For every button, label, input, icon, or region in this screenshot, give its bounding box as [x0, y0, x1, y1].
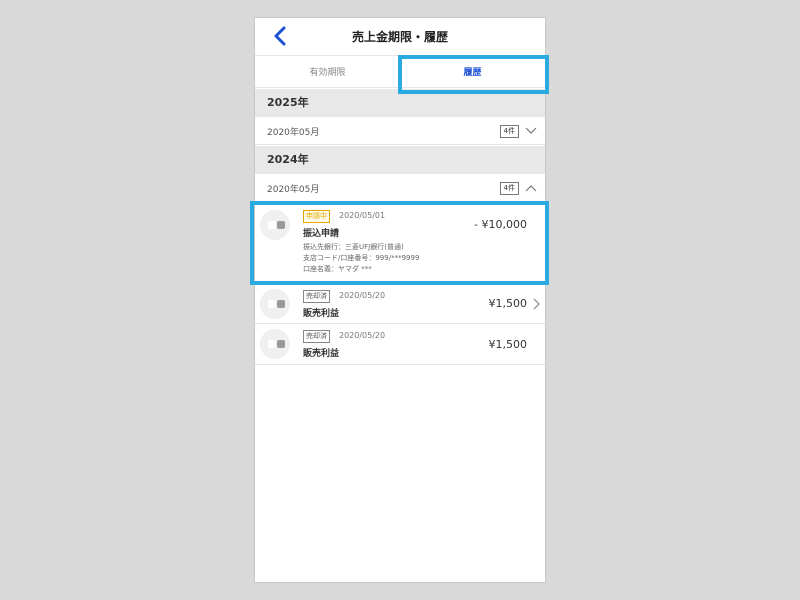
item-thumbnail: [260, 210, 290, 240]
status-badge: 売却済: [303, 290, 330, 303]
item-thumbnail: [260, 329, 290, 359]
account-detail: 支店コード/口座番号：999/***9999: [303, 254, 420, 262]
item-amount: - ¥10,000: [474, 218, 527, 231]
bank-detail: 振込先銀行：三菱UFJ銀行(普通): [303, 243, 404, 251]
item-date: 2020/05/20: [339, 331, 386, 340]
history-item-transfer[interactable]: 申請中 2020/05/01 振込申請 - ¥10,000 振込先銀行：三菱UF…: [255, 204, 545, 284]
item-title: 販売利益: [303, 349, 340, 359]
history-item-sale[interactable]: 売却済 2020/05/20 販売利益 ¥1,500: [255, 324, 545, 365]
tab-expiry[interactable]: 有効期限: [255, 58, 400, 87]
item-title: 販売利益: [303, 309, 340, 319]
month-row-2025[interactable]: 2020年05月 4件: [255, 117, 545, 145]
tab-bar: 有効期限 履歴: [255, 58, 545, 88]
chevron-right-icon[interactable]: [532, 298, 540, 310]
item-date: 2020/05/20: [339, 291, 386, 300]
status-badge: 申請中: [303, 210, 330, 223]
count-badge: 4件: [499, 125, 519, 138]
tab-history[interactable]: 履歴: [400, 58, 545, 87]
year-header-2025: 2025年: [255, 89, 545, 117]
month-row-2024[interactable]: 2020年05月 4件: [255, 174, 545, 202]
item-amount: ¥1,500: [488, 338, 528, 351]
status-badge: 売却済: [303, 330, 330, 343]
chevron-down-icon[interactable]: [525, 126, 537, 136]
count-badge: 4件: [499, 182, 519, 195]
item-thumbnail: [260, 289, 290, 319]
phone-screen: 売上金期限・履歴 有効期限 履歴 2025年 2020年05月 4件 2024年…: [254, 17, 546, 583]
holder-detail: 口座名義：ヤマダ ***: [303, 265, 372, 273]
item-title: 振込申請: [303, 229, 340, 239]
month-label: 2020年05月: [267, 128, 320, 138]
year-header-2024: 2024年: [255, 146, 545, 174]
item-date: 2020/05/01: [339, 211, 386, 220]
app-header: 売上金期限・履歴: [255, 18, 545, 56]
month-label: 2020年05月: [267, 185, 320, 195]
item-amount: ¥1,500: [488, 297, 528, 310]
history-item-sale[interactable]: 売却済 2020/05/20 販売利益 ¥1,500: [255, 284, 545, 324]
page-title: 売上金期限・履歴: [351, 30, 448, 44]
chevron-up-icon[interactable]: [525, 183, 537, 193]
